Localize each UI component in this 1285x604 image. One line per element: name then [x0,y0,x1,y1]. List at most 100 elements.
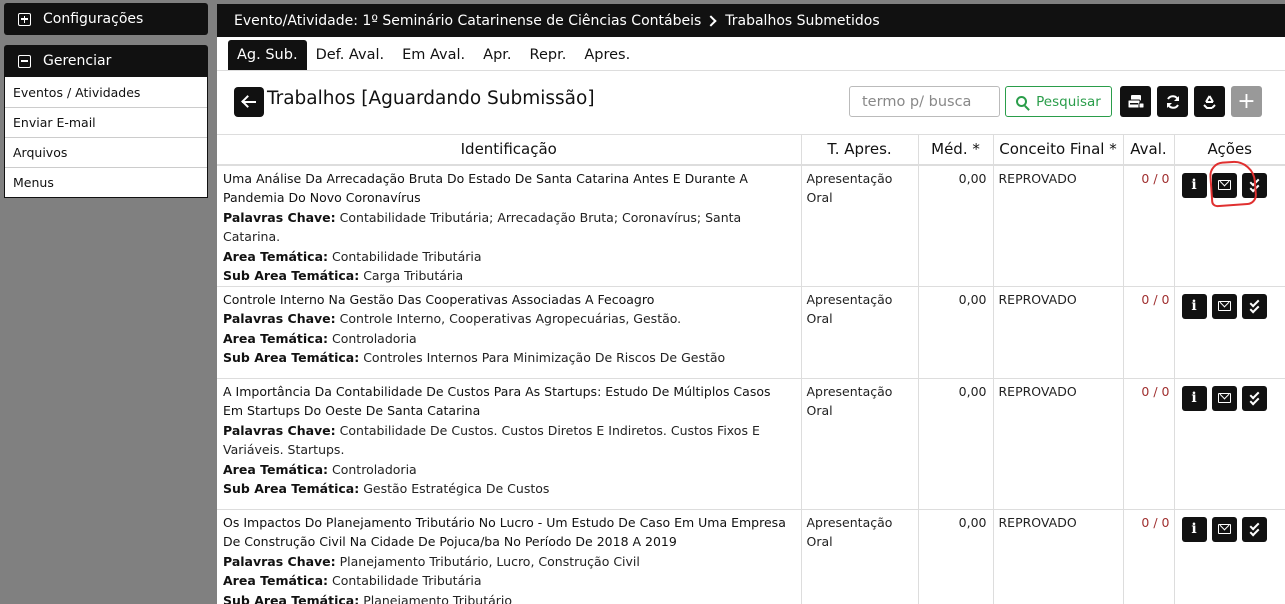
identificacao-cell: Controle Interno Na Gestão Das Cooperati… [217,285,801,378]
sidebar-item-arquivos[interactable]: Arquivos [5,137,207,167]
refresh-button[interactable] [1157,86,1188,117]
tab-apres[interactable]: Apres. [575,40,639,70]
palavras-label: Palavras Chave: [223,209,336,225]
work-title: A Importância Da Contabilidade De Custos… [223,383,771,419]
envelope-icon [1217,300,1231,311]
plus-box-icon [18,12,31,26]
table-row: Controle Interno Na Gestão Das Cooperati… [217,285,1285,378]
envelope-icon [1217,523,1231,534]
palavras-label: Palavras Chave: [223,422,336,438]
sidebar-gerenciar-label: Gerenciar [43,53,112,69]
search-button[interactable]: Pesquisar [1005,86,1112,117]
status-tabs: Ag. Sub. Def. Aval. Em Aval. Apr. Repr. … [217,37,1285,71]
palavras-value: Controle Interno, Cooperativas Agropecuá… [339,311,682,326]
email-button[interactable] [1211,516,1237,542]
column-media[interactable]: Méd. * [917,134,993,166]
search-icon [1016,96,1028,107]
area-label: Area Temática: [223,248,329,264]
aval-cell: 0 / 0 [1122,285,1174,378]
conceito-cell: REPROVADO [992,508,1123,604]
column-conceito[interactable]: Conceito Final * [992,134,1123,166]
info-button[interactable]: i [1181,172,1207,198]
conceito-cell: REPROVADO [992,164,1123,286]
sidebar-configuracoes-header[interactable]: Configurações [4,3,208,35]
tab-repr[interactable]: Repr. [521,40,576,70]
column-acoes: Ações [1173,134,1285,166]
tipo-cell: Apresentação Oral [800,164,918,286]
envelope-icon [1217,179,1231,190]
column-identificacao[interactable]: Identificação [217,134,801,166]
plus-icon: + [1237,88,1256,114]
email-button[interactable] [1211,172,1237,198]
table-row: A Importância Da Contabilidade De Custos… [217,377,1285,509]
sidebar-gerenciar-list: Eventos / Atividades Enviar E-mail Arqui… [4,77,208,198]
sidebar-item-enviar-email[interactable]: Enviar E-mail [5,107,207,137]
approve-button[interactable] [1241,516,1267,542]
area-value: Controladoria [332,461,417,477]
info-button[interactable]: i [1181,293,1207,319]
column-tipo[interactable]: T. Apres. [800,134,918,166]
conceito-cell: REPROVADO [992,285,1123,378]
palavras-label: Palavras Chave: [223,311,336,326]
breadcrumb-event[interactable]: Evento/Atividade: 1º Seminário Catarinen… [234,13,701,29]
add-button[interactable]: + [1231,86,1262,117]
table-row: Uma Análise Da Arrecadação Bruta Do Esta… [217,164,1285,286]
area-label: Area Temática: [223,573,329,588]
work-title: Uma Análise Da Arrecadação Bruta Do Esta… [223,170,748,206]
info-icon: i [1191,176,1197,193]
aval-cell: 0 / 0 [1122,164,1174,286]
email-button[interactable] [1211,385,1237,411]
chevron-right-icon [705,14,717,27]
main-panel: Evento/Atividade: 1º Seminário Catarinen… [217,4,1285,604]
identificacao-cell: A Importância Da Contabilidade De Custos… [217,377,801,509]
subarea-label: Sub Area Temática: [223,268,360,283]
approve-button[interactable] [1241,385,1267,411]
conceito-cell: REPROVADO [992,377,1123,509]
recycle-button[interactable] [1194,86,1225,117]
column-aval[interactable]: Aval. [1122,134,1174,166]
identificacao-cell: Os Impactos Do Planejamento Tributário N… [217,508,801,604]
back-arrow-button[interactable] [234,87,264,117]
list-cards-button[interactable] [1120,86,1151,117]
acoes-cell: i [1173,164,1285,286]
envelope-icon [1217,392,1231,403]
sidebar-configuracoes-label: Configurações [43,11,144,27]
sidebar-item-menus[interactable]: Menus [5,167,207,197]
info-button[interactable]: i [1181,385,1207,411]
subarea-label: Sub Area Temática: [223,592,360,604]
area-value: Contabilidade Tributária [332,248,482,264]
work-title: Os Impactos Do Planejamento Tributário N… [223,514,786,550]
tab-apr[interactable]: Apr. [474,40,520,70]
tab-ag-sub[interactable]: Ag. Sub. [228,40,307,70]
info-icon: i [1191,520,1197,537]
approve-button[interactable] [1241,293,1267,319]
subarea-value: Gestão Estratégica De Custos [363,481,550,496]
toolbar: Trabalhos [Aguardando Submissão] Pesquis… [217,71,1285,134]
submissions-table: Identificação T. Apres. Méd. * Conceito … [217,134,1285,604]
tipo-cell: Apresentação Oral [800,285,918,378]
identificacao-cell: Uma Análise Da Arrecadação Bruta Do Esta… [217,164,801,286]
tab-def-aval[interactable]: Def. Aval. [307,40,394,70]
media-cell: 0,00 [917,164,993,286]
sidebar-item-eventos[interactable]: Eventos / Atividades [5,77,207,107]
refresh-icon [1166,94,1179,109]
tipo-cell: Apresentação Oral [800,508,918,604]
sidebar-gerenciar-header[interactable]: Gerenciar [4,45,208,77]
table-row: Os Impactos Do Planejamento Tributário N… [217,508,1285,604]
palavras-value: Planejamento Tributário, Lucro, Construç… [339,553,640,569]
tab-em-aval[interactable]: Em Aval. [393,40,474,70]
media-cell: 0,00 [917,377,993,509]
palavras-label: Palavras Chave: [223,553,336,569]
acoes-cell: i [1173,377,1285,509]
area-label: Area Temática: [223,461,329,477]
email-button[interactable] [1211,293,1237,319]
subarea-value: Controles Internos Para Minimização De R… [363,350,726,365]
media-cell: 0,00 [917,285,993,378]
approve-button[interactable] [1241,172,1267,198]
info-button[interactable]: i [1181,516,1207,542]
search-input[interactable] [849,86,1000,117]
page-title: Trabalhos [Aguardando Submissão] [267,88,595,109]
area-label: Area Temática: [223,330,329,346]
aval-cell: 0 / 0 [1122,377,1174,509]
search-button-label: Pesquisar [1036,93,1101,110]
